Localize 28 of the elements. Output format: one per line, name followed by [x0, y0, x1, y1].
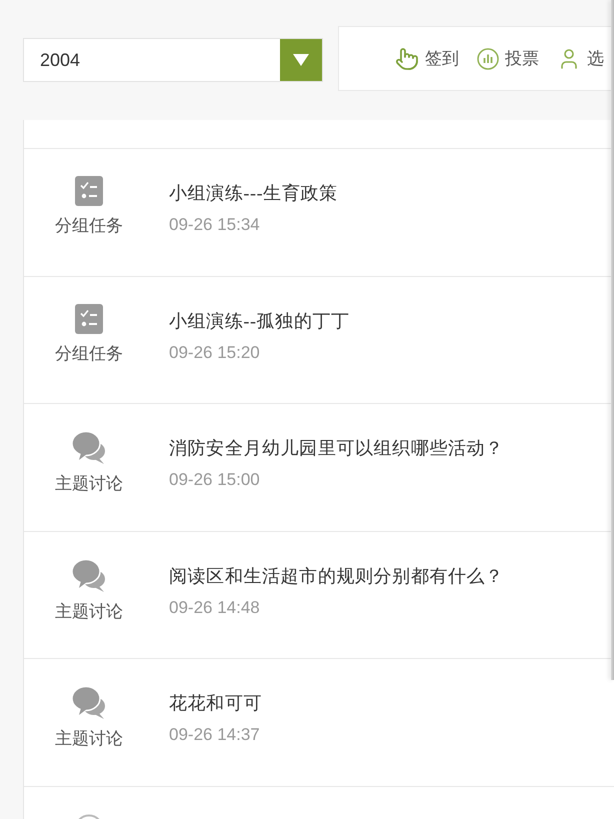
year-select[interactable]: 2004 [23, 38, 323, 82]
dropdown-button[interactable] [280, 39, 322, 81]
category-label: 主题讨论 [55, 600, 123, 622]
caret-icon [293, 54, 309, 66]
category-label: 主题讨论 [55, 473, 123, 495]
checklist-icon [75, 176, 103, 206]
item-time: 09-26 15:34 [169, 214, 260, 236]
category-label: 分组任务 [55, 342, 123, 364]
item-time: 09-26 15:00 [169, 469, 260, 491]
chat-bubbles-icon [72, 558, 106, 592]
checklist-icon [75, 304, 103, 334]
chat-bubbles-icon [72, 686, 106, 719]
item-title[interactable]: 花花和可可 [169, 691, 262, 715]
category-label: 主题讨论 [55, 728, 123, 750]
chat-bubbles-icon [72, 431, 106, 464]
category-label: 分组任务 [55, 215, 123, 237]
item-time: 09-26 14:48 [169, 596, 260, 618]
item-title[interactable]: 小组演练--孤独的丁丁 [169, 308, 350, 332]
item-time: 09-26 15:20 [169, 342, 260, 364]
item-title[interactable]: 小组演练---生育政策 [169, 181, 338, 205]
tap-icon [395, 46, 419, 70]
item-title[interactable]: 阅读区和生活超市的规则分别都有什么？ [169, 564, 504, 588]
item-title[interactable]: 消防安全月幼儿园里可以组织哪些活动？ [169, 436, 504, 460]
toolbar-button[interactable]: 签到 [395, 46, 459, 70]
bar-chart-icon [477, 48, 499, 70]
toolbar-button[interactable]: 投票 [477, 47, 539, 70]
item-time: 09-26 14:37 [169, 724, 260, 746]
toolbar-button[interactable]: 选 [557, 46, 604, 70]
